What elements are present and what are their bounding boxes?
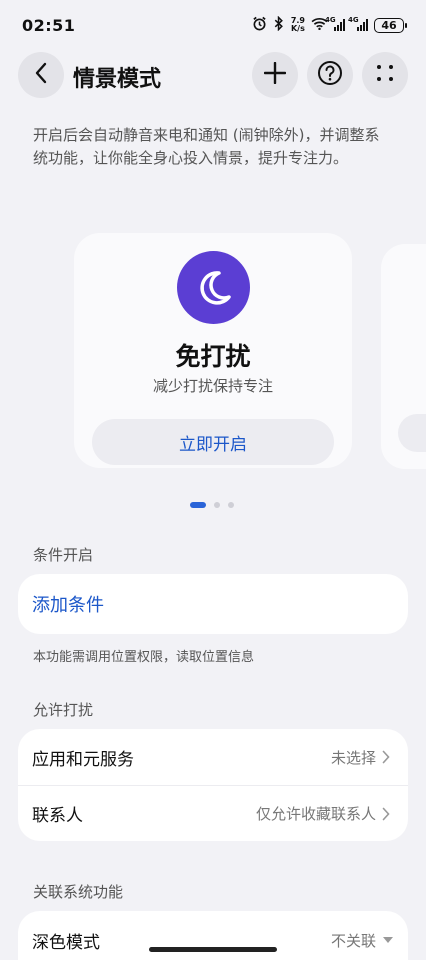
more-button[interactable] (362, 52, 408, 98)
cellular-signal-2-icon: 4G (348, 16, 368, 31)
page-title: 情景模式 (73, 67, 162, 92)
list-item-dark-mode[interactable]: 深色模式 不关联 (18, 911, 408, 960)
pager-dot (214, 502, 220, 508)
chevron-right-icon (382, 806, 394, 822)
more-dots-icon (375, 63, 395, 87)
row-value: 未选择 (330, 748, 376, 767)
chevron-left-icon (34, 62, 48, 88)
pager-dot-active (190, 502, 206, 508)
plus-icon (263, 61, 287, 88)
mode-name: 免打扰 (175, 342, 251, 371)
row-label: 深色模式 (32, 932, 100, 953)
enable-now-button[interactable]: 立即开启 (92, 419, 334, 465)
related-list: 深色模式 不关联 (18, 911, 408, 960)
intro-text: 开启后会自动静音来电和通知 (闹钟除外)，并调整系统功能，让你能全身心投入情景，… (33, 126, 380, 167)
next-mode-button[interactable] (398, 414, 426, 452)
status-bar: 02:51 7.9 K/s 4G 4G 46 (0, 0, 426, 50)
signal-2-label: 4G (348, 16, 359, 24)
status-time: 02:51 (22, 15, 76, 35)
help-button[interactable] (307, 52, 353, 98)
back-button[interactable] (18, 52, 64, 98)
location-permission-note: 本功能需调用位置权限，读取位置信息 (33, 650, 255, 665)
mode-card-do-not-disturb[interactable]: 免打扰 减少打扰保持专注 立即开启 (74, 233, 352, 468)
app-header: 情景模式 (0, 52, 426, 98)
signal-1-label: 4G (325, 16, 336, 24)
mode-description: 减少打扰保持专注 (152, 377, 273, 395)
question-icon (317, 60, 343, 90)
section-label-related: 关联系统功能 (33, 883, 124, 901)
add-mode-button[interactable] (252, 52, 298, 98)
network-speed: 7.9 K/s (291, 17, 305, 33)
moon-icon (177, 251, 250, 324)
pager-dots (190, 502, 234, 508)
row-value: 不关联 (330, 931, 376, 950)
battery-indicator: 46 (374, 17, 407, 33)
section-label-allow: 允许打扰 (33, 701, 94, 719)
next-mode-card[interactable] (381, 244, 426, 469)
cellular-signal-1-icon: 4G (325, 16, 345, 31)
chevron-right-icon (382, 749, 394, 765)
alarm-icon (252, 16, 267, 34)
section-label-conditions: 条件开启 (33, 546, 94, 564)
pager-dot (228, 502, 234, 508)
network-speed-unit: K/s (290, 24, 305, 33)
allow-list: 应用和元服务 未选择 联系人 仅允许收藏联系人 (18, 729, 408, 841)
row-label: 联系人 (32, 806, 83, 826)
list-item-contacts[interactable]: 联系人 仅允许收藏联系人 (18, 785, 408, 841)
list-item-apps-services[interactable]: 应用和元服务 未选择 (18, 729, 408, 785)
status-icons: 7.9 K/s 4G 4G 46 (252, 15, 407, 34)
dropdown-arrow-icon (382, 932, 394, 948)
row-value: 仅允许收藏联系人 (255, 805, 376, 823)
row-label: 应用和元服务 (32, 749, 134, 770)
bluetooth-icon (273, 15, 285, 34)
home-indicator[interactable] (149, 947, 277, 952)
add-condition-button[interactable]: 添加条件 (18, 574, 408, 634)
